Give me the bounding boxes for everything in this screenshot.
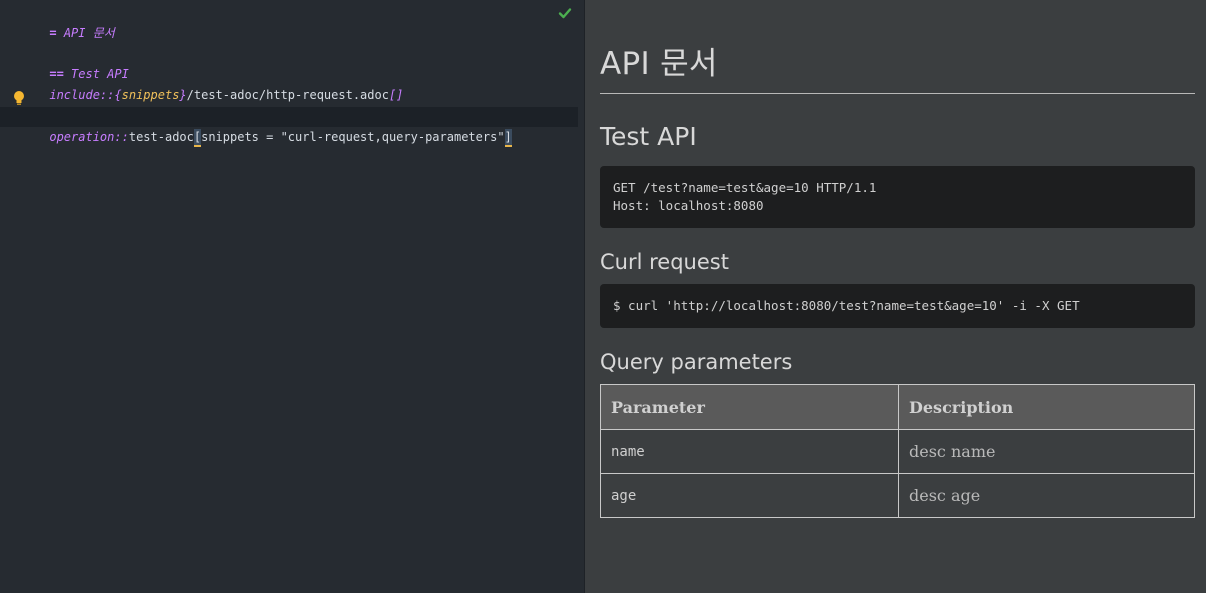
param-name-cell: age [600, 473, 899, 518]
editor-line-1[interactable]: = API 문서 [6, 3, 114, 40]
app-window: = API 문서 == Test API include::{snippets}… [0, 0, 1206, 593]
check-icon[interactable] [558, 6, 572, 20]
column-header-description: Description [898, 384, 1195, 430]
query-parameters-heading: Query parameters [600, 350, 793, 374]
column-header-parameter: Parameter [600, 384, 899, 430]
matched-bracket-close: ] [504, 129, 512, 147]
asciidoc-editor[interactable]: = API 문서 == Test API include::{snippets}… [0, 0, 585, 593]
operation-target: test-adoc [128, 130, 194, 144]
section-heading: Test API [600, 122, 697, 151]
attr-open-brace: { [114, 88, 122, 102]
attr-close-brace: } [179, 88, 187, 102]
editor-line-4[interactable]: include::{snippets}/test-adoc/http-reque… [6, 65, 403, 102]
operation-args: snippets = "curl-request,query-parameter… [201, 130, 505, 144]
param-desc-cell: desc age [898, 473, 1195, 518]
curl-request-heading: Curl request [600, 250, 729, 274]
include-directive: include:: [49, 88, 115, 102]
http-request-code: GET /test?name=test&age=10 HTTP/1.1 Host… [600, 166, 1195, 228]
table-row: age desc age [600, 473, 1195, 518]
include-brackets: [] [388, 88, 404, 102]
curl-request-code: $ curl 'http://localhost:8080/test?name=… [600, 284, 1195, 328]
table-row: name desc name [600, 429, 1195, 474]
query-parameters-table: Parameter Description name desc name age… [600, 384, 1195, 518]
rendered-preview[interactable]: API 문서 Test API GET /test?name=test&age=… [585, 0, 1206, 593]
heading-marker: = [49, 26, 57, 40]
attribute-reference: snippets [121, 88, 180, 102]
editor-line-3[interactable]: == Test API [6, 44, 128, 81]
editor-line-6[interactable]: operation::test-adoc[snippets = "curl-re… [6, 107, 512, 147]
include-path: /test-adoc/http-request.adoc [186, 88, 389, 102]
table-header-row: Parameter Description [600, 384, 1195, 430]
param-name-cell: name [600, 429, 899, 474]
document-title: API 문서 [600, 38, 1195, 94]
operation-macro: operation:: [49, 130, 129, 144]
lightbulb-icon[interactable] [12, 90, 26, 106]
param-desc-cell: desc name [898, 429, 1195, 474]
document-title-source: API 문서 [56, 26, 115, 40]
